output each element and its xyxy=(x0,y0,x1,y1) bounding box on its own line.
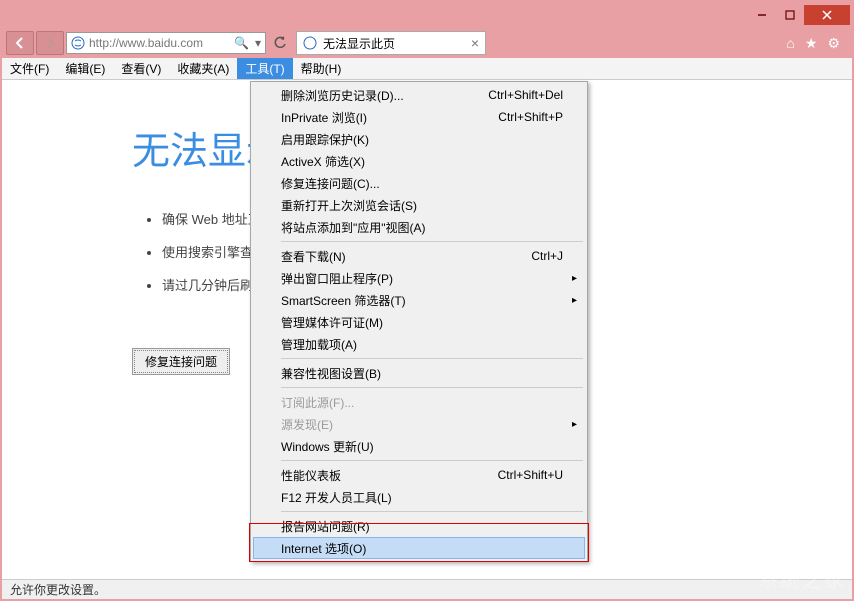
submenu-arrow-icon: ▸ xyxy=(572,273,577,284)
menu-separator xyxy=(281,387,583,388)
menu-item: 订阅此源(F)... xyxy=(253,391,585,413)
menu-item-label: 管理加载项(A) xyxy=(281,336,357,353)
menu-separator xyxy=(281,241,583,242)
status-text: 允许你更改设置。 xyxy=(10,581,106,598)
menu-item-label: 将站点添加到"应用"视图(A) xyxy=(281,219,426,236)
back-button[interactable] xyxy=(6,31,34,55)
settings-icon[interactable]: ⚙ xyxy=(827,35,840,52)
menu-item[interactable]: 兼容性视图设置(B) xyxy=(253,362,585,384)
search-icon[interactable]: 🔍 xyxy=(234,36,249,50)
menu-item-label: 管理媒体许可证(M) xyxy=(281,314,383,331)
menu-separator xyxy=(281,511,583,512)
menu-bar: 文件(F) 编辑(E) 查看(V) 收藏夹(A) 工具(T) 帮助(H) xyxy=(2,58,852,80)
browser-tab[interactable]: 无法显示此页 × xyxy=(296,31,486,55)
menu-item-label: InPrivate 浏览(I) xyxy=(281,109,367,126)
fix-connection-button[interactable]: 修复连接问题 xyxy=(132,348,230,375)
menu-item-label: 弹出窗口阻止程序(P) xyxy=(281,270,393,287)
menu-item[interactable]: 性能仪表板 Ctrl+Shift+U xyxy=(253,464,585,486)
menu-item[interactable]: Internet 选项(O) xyxy=(253,537,585,559)
menu-item-label: 兼容性视图设置(B) xyxy=(281,365,381,382)
menu-item-label: 修复连接问题(C)... xyxy=(281,175,380,192)
menu-edit[interactable]: 编辑(E) xyxy=(57,58,113,79)
menu-item-shortcut: Ctrl+Shift+Del xyxy=(488,88,563,102)
submenu-arrow-icon: ▸ xyxy=(572,419,577,430)
menu-item-label: 报告网站问题(R) xyxy=(281,518,370,535)
menu-item: 源发现(E) ▸ xyxy=(253,413,585,435)
nav-bar: http://www.baidu.com 🔍 ▾ 无法显示此页 × ⌂ ★ ⚙ xyxy=(2,28,852,58)
tab-close-button[interactable]: × xyxy=(471,35,479,51)
menu-item-label: 源发现(E) xyxy=(281,416,333,433)
menu-item-label: 订阅此源(F)... xyxy=(281,394,354,411)
menu-item[interactable]: 删除浏览历史记录(D)... Ctrl+Shift+Del xyxy=(253,84,585,106)
menu-item[interactable]: 管理媒体许可证(M) xyxy=(253,311,585,333)
menu-item[interactable]: 弹出窗口阻止程序(P) ▸ xyxy=(253,267,585,289)
tab-site-icon xyxy=(303,36,317,50)
menu-item-label: ActiveX 筛选(X) xyxy=(281,153,365,170)
menu-item-shortcut: Ctrl+Shift+P xyxy=(498,110,563,124)
status-bar: 允许你更改设置。 xyxy=(2,579,852,599)
menu-item[interactable]: SmartScreen 筛选器(T) ▸ xyxy=(253,289,585,311)
watermark-logo xyxy=(804,549,844,579)
menu-item[interactable]: ActiveX 筛选(X) xyxy=(253,150,585,172)
menu-help[interactable]: 帮助(H) xyxy=(293,58,350,79)
address-bar[interactable]: http://www.baidu.com 🔍 ▾ xyxy=(66,32,266,54)
url-text: http://www.baidu.com xyxy=(89,36,230,50)
menu-item-shortcut: Ctrl+J xyxy=(531,249,563,263)
menu-item[interactable]: 重新打开上次浏览会话(S) xyxy=(253,194,585,216)
menu-item[interactable]: 查看下载(N) Ctrl+J xyxy=(253,245,585,267)
menu-item[interactable]: 管理加载项(A) xyxy=(253,333,585,355)
menu-item[interactable]: 将站点添加到"应用"视图(A) xyxy=(253,216,585,238)
menu-item-shortcut: Ctrl+Shift+U xyxy=(498,468,563,482)
home-icon[interactable]: ⌂ xyxy=(786,35,794,52)
menu-view[interactable]: 查看(V) xyxy=(113,58,169,79)
menu-item-label: 启用跟踪保护(K) xyxy=(281,131,369,148)
menu-favorites[interactable]: 收藏夹(A) xyxy=(169,58,237,79)
menu-item-label: 重新打开上次浏览会话(S) xyxy=(281,197,417,214)
favorites-icon[interactable]: ★ xyxy=(805,35,818,52)
tab-title: 无法显示此页 xyxy=(323,35,395,52)
menu-item[interactable]: 报告网站问题(R) xyxy=(253,515,585,537)
refresh-button[interactable] xyxy=(268,32,292,54)
menu-item[interactable]: Windows 更新(U) xyxy=(253,435,585,457)
toolbar-right: ⌂ ★ ⚙ xyxy=(786,35,848,52)
menu-item[interactable]: InPrivate 浏览(I) Ctrl+Shift+P xyxy=(253,106,585,128)
title-bar xyxy=(2,2,852,28)
menu-file[interactable]: 文件(F) xyxy=(2,58,57,79)
maximize-button[interactable] xyxy=(776,5,804,25)
menu-item-label: Internet 选项(O) xyxy=(281,540,366,557)
menu-separator xyxy=(281,358,583,359)
menu-item[interactable]: 启用跟踪保护(K) xyxy=(253,128,585,150)
menu-item-label: Windows 更新(U) xyxy=(281,438,374,455)
menu-item-label: 删除浏览历史记录(D)... xyxy=(281,87,404,104)
menu-item[interactable]: 修复连接问题(C)... xyxy=(253,172,585,194)
url-tools: 🔍 ▾ xyxy=(234,36,261,50)
menu-item-label: F12 开发人员工具(L) xyxy=(281,489,392,506)
menu-separator xyxy=(281,460,583,461)
menu-item[interactable]: F12 开发人员工具(L) xyxy=(253,486,585,508)
menu-item-label: 查看下载(N) xyxy=(281,248,346,265)
dropdown-icon[interactable]: ▾ xyxy=(255,36,261,50)
tools-dropdown: 删除浏览历史记录(D)... Ctrl+Shift+Del InPrivate 浏览… xyxy=(250,81,588,562)
menu-item-label: SmartScreen 筛选器(T) xyxy=(281,292,406,309)
submenu-arrow-icon: ▸ xyxy=(572,295,577,306)
site-icon xyxy=(71,36,85,50)
menu-tools[interactable]: 工具(T) xyxy=(237,58,292,79)
menu-item-label: 性能仪表板 xyxy=(281,467,341,484)
forward-button[interactable] xyxy=(36,31,64,55)
close-button[interactable] xyxy=(804,5,850,25)
minimize-button[interactable] xyxy=(748,5,776,25)
